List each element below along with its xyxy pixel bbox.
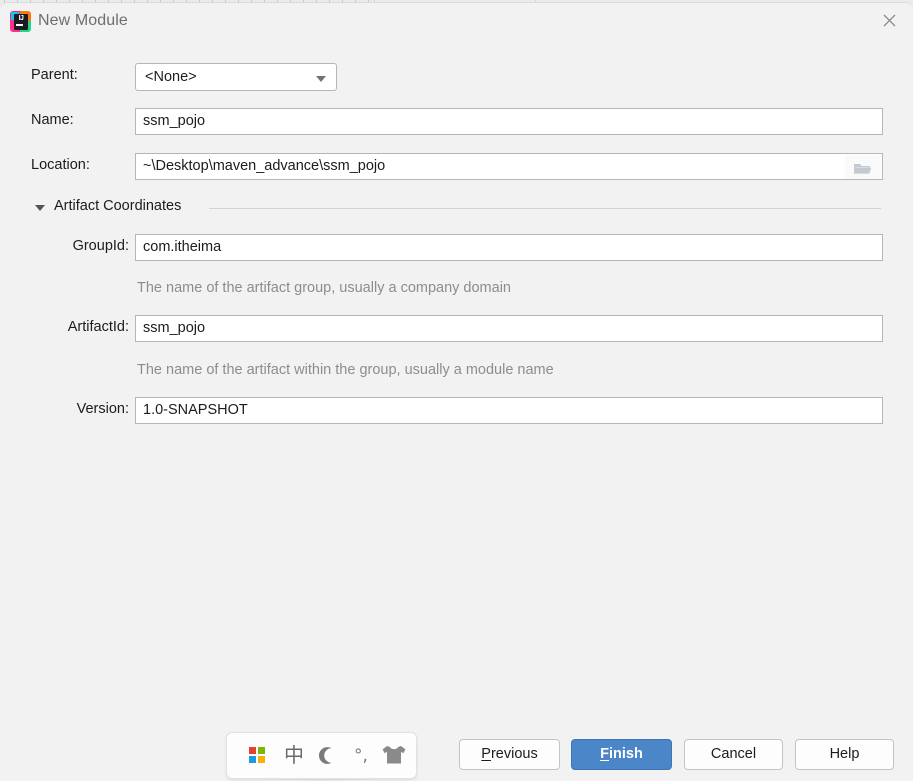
finish-button-label: inish <box>609 746 643 762</box>
parent-dropdown[interactable]: <None> <box>135 63 337 91</box>
name-input[interactable]: ssm_pojo <box>135 108 883 135</box>
artifact-id-input[interactable]: ssm_pojo <box>135 315 883 342</box>
location-row: Location: ~\Desktop\maven_advance\ssm_po… <box>0 153 913 180</box>
folder-icon[interactable] <box>845 155 881 179</box>
location-label: Location: <box>31 157 90 173</box>
windows-logo-icon[interactable] <box>249 747 266 764</box>
parent-dropdown-value: <None> <box>145 69 197 85</box>
location-input[interactable]: ~\Desktop\maven_advance\ssm_pojo <box>135 153 883 180</box>
finish-button-mnemonic: F <box>600 746 609 762</box>
group-id-input[interactable]: com.itheima <box>135 234 883 261</box>
triangle-down-icon <box>35 205 45 211</box>
version-input[interactable]: 1.0-SNAPSHOT <box>135 397 883 424</box>
group-id-row: GroupId: com.itheima <box>0 234 913 261</box>
ime-toolbar[interactable]: 中 °, <box>226 732 417 779</box>
name-label: Name: <box>31 112 74 128</box>
artifact-id-label: ArtifactId: <box>67 319 129 335</box>
dialog-title: New Module <box>38 12 128 29</box>
section-divider <box>209 208 881 209</box>
close-icon[interactable] <box>867 3 913 35</box>
artifact-coordinates-section-header[interactable]: Artifact Coordinates <box>31 198 881 218</box>
name-row: Name: ssm_pojo <box>0 108 913 135</box>
cancel-button[interactable]: Cancel <box>684 739 783 770</box>
artifact-id-row: ArtifactId: ssm_pojo <box>0 315 913 342</box>
intellij-idea-icon: IJ <box>10 11 31 32</box>
artifact-coordinates-title: Artifact Coordinates <box>54 198 182 214</box>
previous-button-label: revious <box>490 746 538 762</box>
t-shirt-icon[interactable] <box>379 742 409 769</box>
parent-label: Parent: <box>31 67 78 83</box>
parent-row: Parent: <None> <box>0 63 913 91</box>
previous-button[interactable]: Previous <box>459 739 560 770</box>
artifact-id-hint: The name of the artifact within the grou… <box>137 362 554 378</box>
group-id-label: GroupId: <box>72 238 129 254</box>
location-input-value: ~\Desktop\maven_advance\ssm_pojo <box>143 158 386 174</box>
previous-button-mnemonic: P <box>481 746 491 762</box>
version-row: Version: 1.0-SNAPSHOT <box>0 397 913 424</box>
group-id-hint: The name of the artifact group, usually … <box>137 280 511 296</box>
crescent-moon-icon[interactable] <box>313 742 341 769</box>
chevron-down-icon <box>316 76 326 82</box>
dialog-titlebar: IJ New Module <box>0 3 913 41</box>
new-module-dialog: IJ New Module Parent: <None> Name: ssm_p… <box>0 2 913 781</box>
version-label: Version: <box>76 401 129 417</box>
help-button[interactable]: Help <box>795 739 894 770</box>
finish-button[interactable]: Finish <box>571 739 672 770</box>
ime-language-mode-button[interactable]: 中 <box>280 742 308 769</box>
app-icon-initials: IJ <box>18 15 24 22</box>
ime-punctuation-mode-button[interactable]: °, <box>346 742 376 769</box>
